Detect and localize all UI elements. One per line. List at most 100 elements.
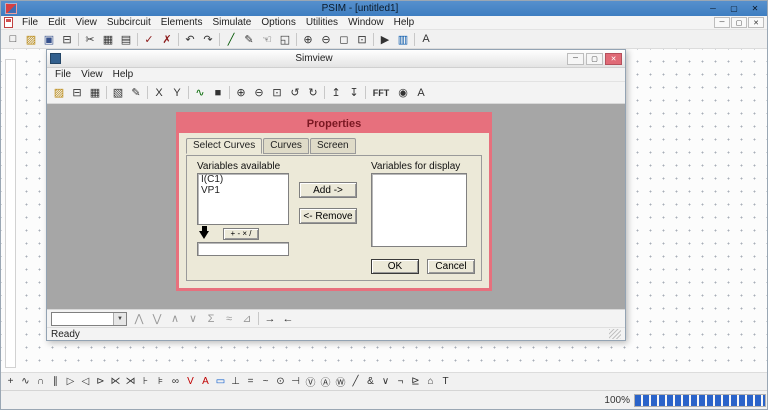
select-icon[interactable]: ◱: [276, 31, 294, 48]
ac-source-icon[interactable]: ~: [258, 374, 273, 390]
zoom-window-icon[interactable]: ⊡: [268, 84, 286, 101]
open-icon[interactable]: ▨: [50, 84, 68, 101]
zoom-area-icon[interactable]: ⊡: [353, 31, 371, 48]
schematic-canvas[interactable]: Simview ─ ▢ ✕ File View Help ▨ ⊟ ▦ ▧ ✎ X Y ∿ ■ ⊕ ⊖ ⊡ ↺…: [1, 49, 767, 372]
remove-button[interactable]: <- Remove: [299, 208, 357, 224]
menu-item[interactable]: File: [50, 69, 76, 80]
run-check-icon[interactable]: ✓: [140, 31, 158, 48]
angle-icon[interactable]: ⊿: [238, 310, 256, 327]
print-icon[interactable]: ⊟: [58, 31, 76, 48]
simview-titlebar[interactable]: Simview ─ ▢ ✕: [47, 50, 625, 68]
calculator-button[interactable]: + - × /: [223, 228, 259, 240]
paste-icon[interactable]: ▤: [117, 31, 135, 48]
curve-select-combo[interactable]: ▼: [51, 311, 127, 326]
menu-item[interactable]: Simulate: [207, 17, 256, 28]
scope-icon[interactable]: ▭: [213, 374, 228, 390]
redraw-icon[interactable]: ↻: [304, 84, 322, 101]
properties-dialog-titlebar[interactable]: Properties: [179, 115, 489, 133]
resize-grip[interactable]: [609, 329, 621, 339]
current-probe-icon[interactable]: A: [198, 374, 213, 390]
simview-close-button[interactable]: ✕: [605, 52, 622, 65]
zoom-fit-icon[interactable]: ◻: [335, 31, 353, 48]
print-icon[interactable]: ⊟: [68, 84, 86, 101]
text-icon[interactable]: T: [438, 374, 453, 390]
inductor-icon[interactable]: ∩: [33, 374, 48, 390]
average-icon[interactable]: ◉: [394, 84, 412, 101]
ground-icon[interactable]: ⊥: [228, 374, 243, 390]
curve-up-icon[interactable]: ↥: [327, 84, 345, 101]
ok-button[interactable]: OK: [371, 259, 419, 274]
main-titlebar[interactable]: PSIM - [untitled1] ─ ▢ ✕: [1, 1, 767, 16]
current-source-icon[interactable]: ⊙: [273, 374, 288, 390]
pnp-transistor-icon[interactable]: ⋊: [123, 374, 138, 390]
minimize-button[interactable]: ─: [703, 2, 723, 15]
voltage-probe-icon[interactable]: V: [183, 374, 198, 390]
close-button[interactable]: ✕: [745, 2, 765, 15]
mean-icon[interactable]: Σ: [202, 310, 220, 327]
voltmeter-icon[interactable]: Ⓥ: [303, 374, 318, 390]
menu-item[interactable]: Help: [108, 69, 139, 80]
tab-curves[interactable]: Curves: [263, 138, 309, 154]
or-gate-icon[interactable]: ∨: [378, 374, 393, 390]
copy-icon[interactable]: ▦: [86, 84, 104, 101]
zoom-out-icon[interactable]: ⊖: [317, 31, 335, 48]
not-gate-icon[interactable]: ¬: [393, 374, 408, 390]
simview-minimize-button[interactable]: ─: [567, 52, 584, 65]
next-screen-icon[interactable]: →: [261, 310, 279, 327]
mdi-minimize-button[interactable]: ─: [714, 17, 730, 28]
y-axis-button[interactable]: Y: [168, 84, 186, 101]
combo-dropdown-icon[interactable]: ▼: [113, 312, 126, 325]
and-gate-icon[interactable]: &: [363, 374, 378, 390]
marker-icon[interactable]: ■: [209, 84, 227, 101]
resistor-icon[interactable]: ∿: [18, 374, 33, 390]
local-max-icon[interactable]: ⋀: [130, 310, 148, 327]
capacitor-icon[interactable]: ∥: [48, 374, 63, 390]
menu-item[interactable]: Subcircuit: [102, 17, 156, 28]
variable-item[interactable]: I(C1): [198, 174, 288, 185]
prev-screen-icon[interactable]: ←: [279, 310, 297, 327]
zener-diode-icon[interactable]: ◁: [78, 374, 93, 390]
properties-icon[interactable]: ▧: [109, 84, 127, 101]
add-button[interactable]: Add ->: [299, 182, 357, 198]
battery-icon[interactable]: ⊣: [288, 374, 303, 390]
add-curve-icon[interactable]: ✎: [127, 84, 145, 101]
mdi-close-button[interactable]: ✕: [748, 17, 764, 28]
comparator-icon[interactable]: ⊵: [408, 374, 423, 390]
fft-button[interactable]: FFT: [368, 84, 394, 101]
menu-item[interactable]: Help: [389, 17, 420, 28]
text-icon[interactable]: A: [417, 31, 435, 48]
undo-zoom-icon[interactable]: ↺: [286, 84, 304, 101]
redo-icon[interactable]: ↷: [199, 31, 217, 48]
switch-icon[interactable]: ╱: [348, 374, 363, 390]
menu-item[interactable]: Edit: [43, 17, 70, 28]
cut-icon[interactable]: ✂: [81, 31, 99, 48]
transformer-icon[interactable]: ∞: [168, 374, 183, 390]
variables-available-list[interactable]: I(C1) VP1: [197, 173, 289, 225]
curve-down-icon[interactable]: ↧: [345, 84, 363, 101]
copy-icon[interactable]: ▦: [99, 31, 117, 48]
next-max-icon[interactable]: ∧: [166, 310, 184, 327]
menu-item[interactable]: Options: [256, 17, 300, 28]
variable-item[interactable]: VP1: [198, 185, 288, 196]
ammeter-icon[interactable]: Ⓐ: [318, 374, 333, 390]
menu-item[interactable]: View: [70, 17, 102, 28]
label-icon[interactable]: ⌂: [423, 374, 438, 390]
new-icon[interactable]: □: [4, 31, 22, 48]
thyristor-icon[interactable]: ⊳: [93, 374, 108, 390]
diode-icon[interactable]: ▷: [63, 374, 78, 390]
pan-icon[interactable]: ☜: [258, 31, 276, 48]
local-min-icon[interactable]: ⋁: [148, 310, 166, 327]
tab-screen[interactable]: Screen: [309, 138, 356, 154]
maximize-button[interactable]: ▢: [724, 2, 744, 15]
tab-select-curves[interactable]: Select Curves: [186, 138, 263, 154]
undo-icon[interactable]: ↶: [181, 31, 199, 48]
igbt-icon[interactable]: ⊧: [153, 374, 168, 390]
menu-item[interactable]: File: [17, 17, 43, 28]
zoom-out-icon[interactable]: ⊖: [250, 84, 268, 101]
zoom-in-icon[interactable]: ⊕: [299, 31, 317, 48]
npn-transistor-icon[interactable]: ⋉: [108, 374, 123, 390]
next-min-icon[interactable]: ∨: [184, 310, 202, 327]
open-icon[interactable]: ▨: [22, 31, 40, 48]
mdi-restore-button[interactable]: ▢: [731, 17, 747, 28]
view-waveform-icon[interactable]: ▥: [394, 31, 412, 48]
